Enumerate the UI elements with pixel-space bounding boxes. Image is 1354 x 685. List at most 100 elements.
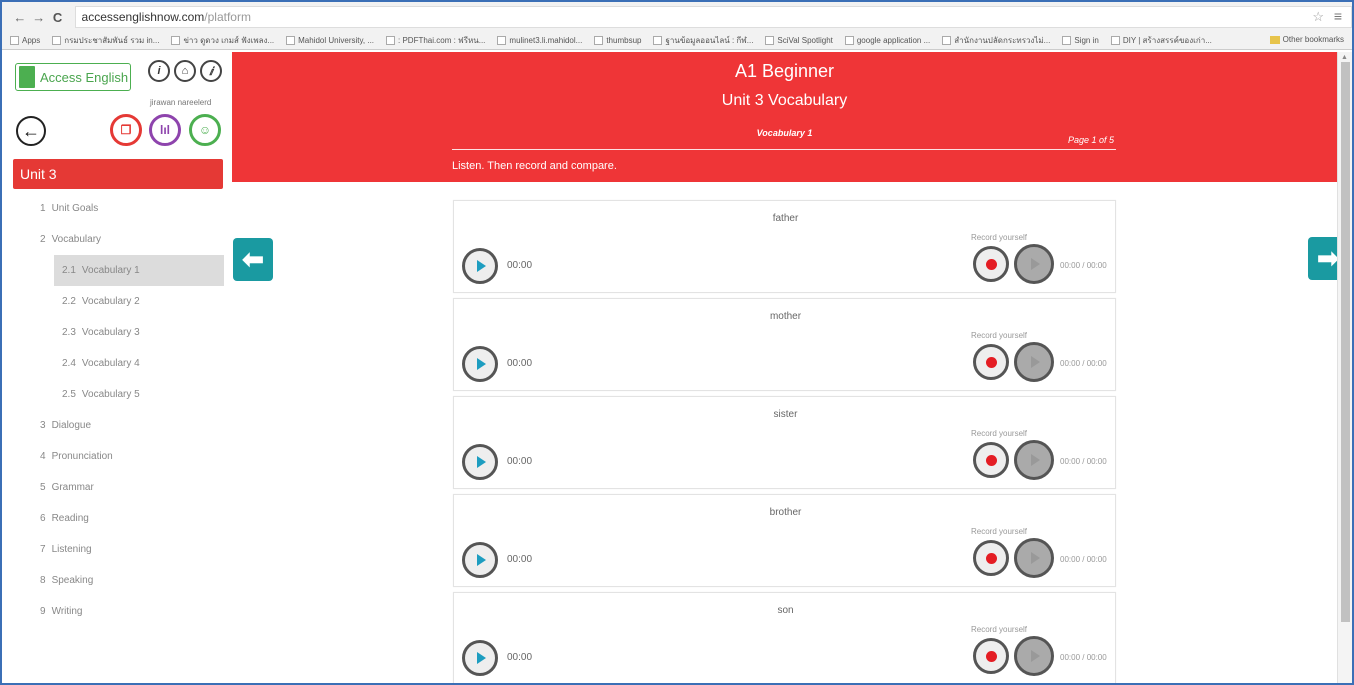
vocabulary-cards: father 00:00 Record yourself 00:00 / 00:00 m… xyxy=(453,200,1116,683)
back-nav-icon[interactable]: ← xyxy=(12,10,28,25)
bookmark-item[interactable]: DIY | สร้างสรรค์ของเก่า... xyxy=(1110,34,1212,47)
menu-item-number: 9 xyxy=(40,606,46,617)
menu-item[interactable]: 8 Speaking xyxy=(2,565,232,596)
menu-item[interactable]: 1 Unit Goals xyxy=(2,193,232,224)
record-button[interactable] xyxy=(973,540,1009,576)
menu-icon[interactable]: ≡ xyxy=(1334,8,1342,24)
record-time: 00:00 / 00:00 xyxy=(1060,653,1107,662)
menu-item[interactable]: 2 Vocabulary xyxy=(2,224,232,255)
bookmark-icon xyxy=(286,36,296,45)
bookmark-label: Apps xyxy=(22,36,41,45)
vocab-word: son xyxy=(777,605,794,616)
play-button[interactable] xyxy=(462,444,498,480)
menu-item-number: 1 xyxy=(40,203,46,214)
menu-item-label: Unit Goals xyxy=(51,203,99,214)
menu-item-label: Grammar xyxy=(51,482,94,493)
forward-nav-icon[interactable]: → xyxy=(31,10,47,25)
record-button[interactable] xyxy=(973,638,1009,674)
menu-item[interactable]: 7 Listening xyxy=(2,534,232,565)
menu-item-number: 2.4 xyxy=(62,358,76,369)
people-icon[interactable]: ☺ xyxy=(189,114,221,146)
bookmark-item[interactable]: thumbsup xyxy=(594,36,641,45)
menu-item[interactable]: 2.4 Vocabulary 4 xyxy=(2,348,232,379)
menu-item[interactable]: 6 Reading xyxy=(2,503,232,534)
other-bookmarks[interactable]: Other bookmarks xyxy=(1269,35,1344,44)
play-button[interactable] xyxy=(462,248,498,284)
bookmark-label: Sign in xyxy=(1074,36,1099,45)
bookmarks-bar: Apps กรมประชาสัมพันธ์ รวม in... ข่าว ดูดวง… xyxy=(2,32,1352,50)
scrollbar-thumb[interactable] xyxy=(1341,62,1350,622)
home-icon[interactable]: ⌂ xyxy=(174,60,196,82)
top-icons: i ⌂ ⅈ xyxy=(148,60,222,82)
star-icon[interactable]: ☆ xyxy=(1312,9,1324,25)
record-button[interactable] xyxy=(973,344,1009,380)
folder-icon xyxy=(1269,35,1280,44)
copy-icon[interactable]: ❐ xyxy=(110,114,142,146)
menu-item[interactable]: 2.2 Vocabulary 2 xyxy=(2,286,232,317)
bookmark-item[interactable]: ข่าว ดูดวง เกมส์ ฟังเพลง... xyxy=(171,34,274,47)
bookmark-item[interactable]: : PDFThai.com : ฟรีหน... xyxy=(386,34,485,47)
bookmark-item[interactable]: SciVal Spotlight xyxy=(765,36,833,45)
record-icon xyxy=(985,258,997,270)
record-label: Record yourself xyxy=(971,625,1028,634)
bookmark-item[interactable]: สำนักงานปลัดกระทรวงไม่... xyxy=(942,34,1050,47)
chart-icon[interactable]: lıl xyxy=(149,114,181,146)
bookmark-item[interactable]: Mahidol University, ... xyxy=(286,36,374,45)
unit-title-heading: Unit 3 Vocabulary xyxy=(721,92,848,109)
play-button[interactable] xyxy=(462,542,498,578)
divider xyxy=(452,149,1116,150)
record-button[interactable] xyxy=(973,246,1009,282)
arrow-left-icon: ⬅ xyxy=(242,244,264,274)
bookmark-item[interactable]: Apps xyxy=(10,36,40,45)
menu-item[interactable]: 4 Pronunciation xyxy=(2,441,232,472)
info-icon[interactable]: i xyxy=(148,60,170,82)
bookmark-icon xyxy=(10,36,19,45)
menu-item-number: 3 xyxy=(40,420,46,431)
vocab-card: brother 00:00 Record yourself 00:00 / 00:00 xyxy=(453,494,1116,587)
play-time: 00:00 xyxy=(507,260,533,271)
bookmark-label: DIY | สร้างสรรค์ของเก่า... xyxy=(1122,36,1212,45)
playback-button[interactable] xyxy=(1014,440,1054,480)
record-label: Record yourself xyxy=(971,331,1028,340)
menu-item[interactable]: 3 Dialogue xyxy=(2,410,232,441)
menu-item-number: 8 xyxy=(40,575,46,586)
scroll-up-icon[interactable]: ▲ xyxy=(1341,54,1348,61)
playback-button[interactable] xyxy=(1014,342,1054,382)
bookmark-label: ฐานข้อมูลออนไลน์ : กีฬ... xyxy=(665,36,754,45)
record-icon xyxy=(985,552,997,564)
bookmark-item[interactable]: google application ... xyxy=(844,36,930,45)
bookmark-item[interactable]: กรมประชาสัมพันธ์ รวม in... xyxy=(52,34,159,47)
menu-item[interactable]: 5 Grammar xyxy=(2,472,232,503)
bookmark-item[interactable]: Sign in xyxy=(1062,36,1099,45)
bookmark-item[interactable]: mulinet3.li.mahidol... xyxy=(497,36,582,45)
reload-icon[interactable]: C xyxy=(50,10,66,25)
play-button[interactable] xyxy=(462,346,498,382)
prev-page-button[interactable]: ⬅ xyxy=(233,238,273,281)
playback-button[interactable] xyxy=(1014,244,1054,284)
play-time: 00:00 xyxy=(507,358,533,369)
menu-item-label: Vocabulary 2 xyxy=(81,296,140,307)
menu-item-label: Listening xyxy=(51,544,92,555)
menu-item[interactable]: 2.5 Vocabulary 5 xyxy=(2,379,232,410)
bookmark-icon xyxy=(1062,36,1072,45)
menu-item-number: 2.5 xyxy=(62,389,76,400)
user-info-icon[interactable]: ⅈ xyxy=(200,60,222,82)
menu-item[interactable]: 2.1 Vocabulary 1 xyxy=(54,255,224,286)
play-icon xyxy=(477,260,486,272)
record-button[interactable] xyxy=(973,442,1009,478)
logo[interactable]: Access English xyxy=(15,63,131,91)
bookmark-label: mulinet3.li.mahidol... xyxy=(509,36,583,45)
bookmark-item[interactable]: ฐานข้อมูลออนไลน์ : กีฬ... xyxy=(653,34,753,47)
bookmark-label: SciVal Spotlight xyxy=(777,36,833,45)
playback-button[interactable] xyxy=(1014,636,1054,676)
play-button[interactable] xyxy=(462,640,498,676)
record-label: Record yourself xyxy=(971,233,1028,242)
menu-item[interactable]: 9 Writing xyxy=(2,596,232,627)
other-bookmarks-label: Other bookmarks xyxy=(1282,35,1344,44)
playback-button[interactable] xyxy=(1014,538,1054,578)
url-field[interactable]: accessenglishnow.com/platform xyxy=(74,6,1352,28)
scrollbar[interactable]: ▲ xyxy=(1337,52,1352,683)
sidebar: Access English i ⌂ ⅈ jirawan nareelerd ←… xyxy=(2,52,232,683)
back-arrow-icon[interactable]: ← xyxy=(16,116,46,146)
menu-item[interactable]: 2.3 Vocabulary 3 xyxy=(2,317,232,348)
